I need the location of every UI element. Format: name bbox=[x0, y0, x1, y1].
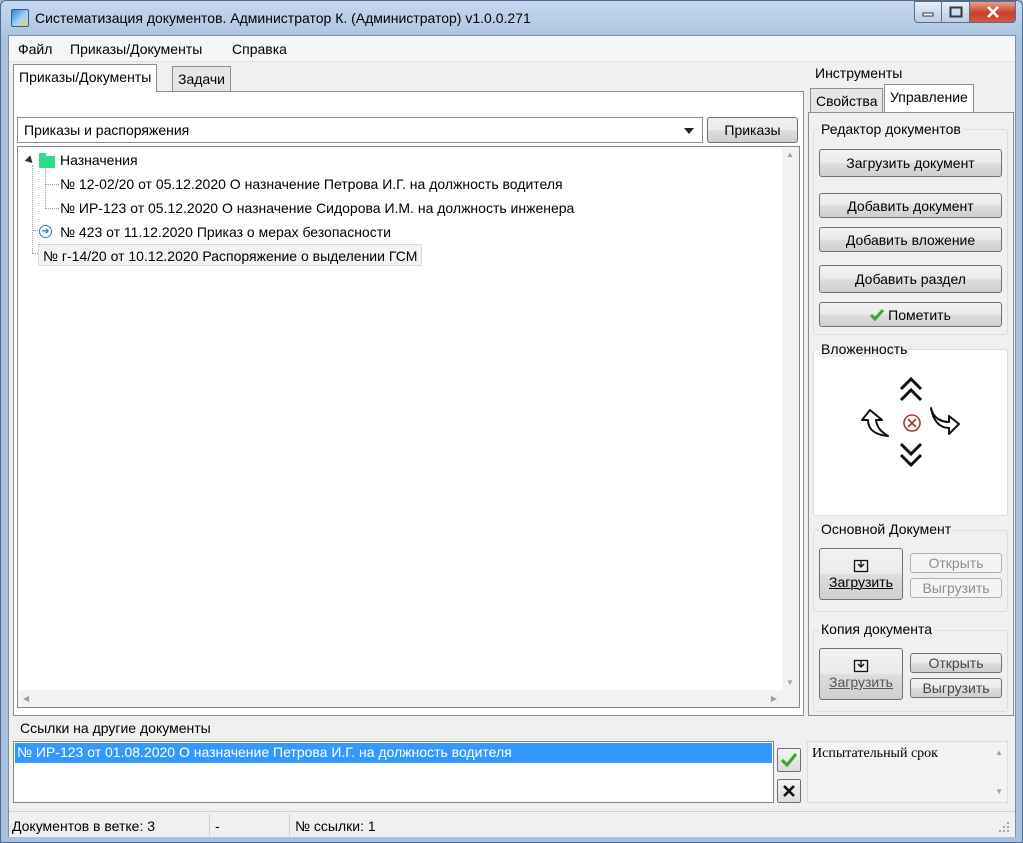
status-link-number: № ссылки: 1 bbox=[295, 818, 376, 834]
main-document-group-title: Основной Документ bbox=[819, 521, 954, 537]
resize-grip-icon[interactable] bbox=[997, 820, 1011, 834]
tab-properties[interactable]: Свойства bbox=[810, 88, 884, 112]
move-right-icon[interactable] bbox=[927, 404, 961, 438]
status-dash: - bbox=[215, 818, 220, 834]
menu-file[interactable]: Файл bbox=[18, 41, 52, 57]
cancel-circle-icon[interactable] bbox=[902, 413, 922, 433]
tree-item[interactable]: № 423 от 11.12.2020 Приказ о мерах безоп… bbox=[60, 221, 391, 243]
links-title: Ссылки на другие документы bbox=[18, 720, 213, 736]
window-title: Систематизация документов. Администратор… bbox=[35, 10, 531, 26]
close-icon bbox=[986, 6, 999, 18]
add-section-button[interactable]: Добавить раздел bbox=[819, 265, 1002, 293]
window-controls bbox=[914, 1, 1016, 23]
tree-line bbox=[32, 165, 33, 253]
scroll-left-icon[interactable]: ◀ bbox=[23, 694, 29, 703]
download-icon bbox=[853, 659, 869, 673]
document-type-select[interactable]: Приказы и распоряжения bbox=[17, 117, 703, 143]
status-bar: Документов в ветке: 3 - № ссылки: 1 bbox=[9, 811, 1015, 837]
minimize-icon bbox=[922, 12, 934, 17]
main-open-button[interactable]: Открыть bbox=[910, 553, 1002, 573]
scroll-down-icon[interactable]: ▼ bbox=[786, 678, 794, 687]
nesting-group-title: Вложенность bbox=[819, 341, 910, 357]
link-note-text: Испытательный срок bbox=[812, 746, 938, 761]
tree-item[interactable]: № 12-02/20 от 05.12.2020 О назначение Пе… bbox=[60, 173, 563, 195]
tree-item[interactable]: № ИР-123 от 05.12.2020 О назначение Сидо… bbox=[60, 197, 574, 219]
close-icon bbox=[783, 785, 795, 797]
title-bar[interactable]: Систематизация документов. Администратор… bbox=[1, 1, 1022, 35]
mark-button[interactable]: Пометить bbox=[819, 302, 1002, 327]
tree-line bbox=[45, 169, 46, 209]
move-up-icon[interactable] bbox=[899, 376, 923, 402]
copy-unload-button[interactable]: Выгрузить bbox=[910, 678, 1002, 698]
link-note[interactable]: Испытательный срок ▲ ▼ bbox=[807, 741, 1008, 803]
folder-icon bbox=[39, 153, 55, 168]
chevron-down-icon bbox=[684, 128, 694, 134]
copy-load-label: Загрузить bbox=[829, 674, 893, 690]
menu-help[interactable]: Справка bbox=[232, 41, 287, 57]
copy-document-group-title: Копия документа bbox=[819, 621, 935, 637]
load-document-button[interactable]: Загрузить документ bbox=[819, 149, 1002, 177]
move-left-icon[interactable] bbox=[858, 406, 892, 440]
check-icon bbox=[781, 753, 797, 767]
linked-document-icon: ➜ bbox=[39, 225, 52, 238]
tree-item-selected[interactable]: № г-14/20 от 10.12.2020 Распоряжение о в… bbox=[38, 244, 423, 266]
download-icon bbox=[853, 559, 869, 573]
add-attachment-button[interactable]: Добавить вложение bbox=[819, 227, 1002, 252]
tree-line bbox=[45, 184, 59, 185]
copy-open-button[interactable]: Открыть bbox=[910, 653, 1002, 673]
tools-title: Инструменты bbox=[813, 65, 905, 81]
document-tree: Назначения № 12-02/20 от 05.12.2020 О на… bbox=[17, 146, 800, 708]
link-row-selected[interactable]: № ИР-123 от 01.08.2020 О назначение Петр… bbox=[15, 743, 772, 763]
app-icon bbox=[11, 9, 29, 27]
tree-vertical-scrollbar[interactable]: ▲ ▼ bbox=[782, 147, 799, 707]
menu-bar: Файл Приказы/Документы Справка bbox=[9, 36, 1015, 62]
confirm-link-button[interactable] bbox=[777, 748, 801, 772]
scroll-down-icon[interactable]: ▼ bbox=[995, 787, 1003, 796]
links-list[interactable]: № ИР-123 от 01.08.2020 О назначение Петр… bbox=[13, 741, 774, 803]
tree-horizontal-scrollbar[interactable]: ◀ ▶ bbox=[18, 690, 799, 707]
maximize-icon bbox=[949, 6, 962, 18]
close-button[interactable] bbox=[970, 1, 1016, 23]
tab-management[interactable]: Управление bbox=[884, 84, 974, 112]
editor-group-title: Редактор документов bbox=[819, 121, 963, 137]
tab-tasks[interactable]: Задачи bbox=[172, 66, 232, 92]
delete-link-button[interactable] bbox=[777, 779, 801, 803]
scroll-right-icon[interactable]: ▶ bbox=[771, 694, 777, 703]
add-document-button[interactable]: Добавить документ bbox=[819, 193, 1002, 218]
document-type-select-value: Приказы и распоряжения bbox=[24, 122, 190, 138]
tree-folder-appointments[interactable]: Назначения bbox=[60, 149, 138, 171]
app-window: Систематизация документов. Администратор… bbox=[0, 0, 1023, 843]
main-load-label: Загрузить bbox=[829, 574, 893, 590]
scroll-up-icon[interactable]: ▲ bbox=[786, 150, 794, 159]
status-separator bbox=[209, 814, 210, 836]
status-docs-in-branch: Документов в ветке: 3 bbox=[12, 818, 156, 834]
main-unload-button[interactable]: Выгрузить bbox=[910, 578, 1002, 598]
copy-load-button[interactable]: Загрузить bbox=[819, 648, 903, 700]
main-load-button[interactable]: Загрузить bbox=[819, 548, 903, 600]
tree-line bbox=[45, 208, 59, 209]
tree-expander-icon[interactable] bbox=[24, 155, 36, 166]
move-down-icon[interactable] bbox=[899, 442, 923, 468]
mark-button-label: Пометить bbox=[888, 306, 951, 323]
menu-orders-documents[interactable]: Приказы/Документы bbox=[70, 41, 202, 57]
minimize-button[interactable] bbox=[914, 1, 942, 23]
client-area: Файл Приказы/Документы Справка Приказы/Д… bbox=[8, 35, 1016, 837]
status-separator bbox=[289, 814, 290, 836]
check-icon bbox=[870, 308, 885, 321]
scroll-up-icon[interactable]: ▲ bbox=[995, 748, 1003, 757]
tab-orders-documents[interactable]: Приказы/Документы bbox=[13, 64, 158, 92]
maximize-button[interactable] bbox=[942, 1, 970, 23]
orders-button[interactable]: Приказы bbox=[707, 117, 798, 143]
